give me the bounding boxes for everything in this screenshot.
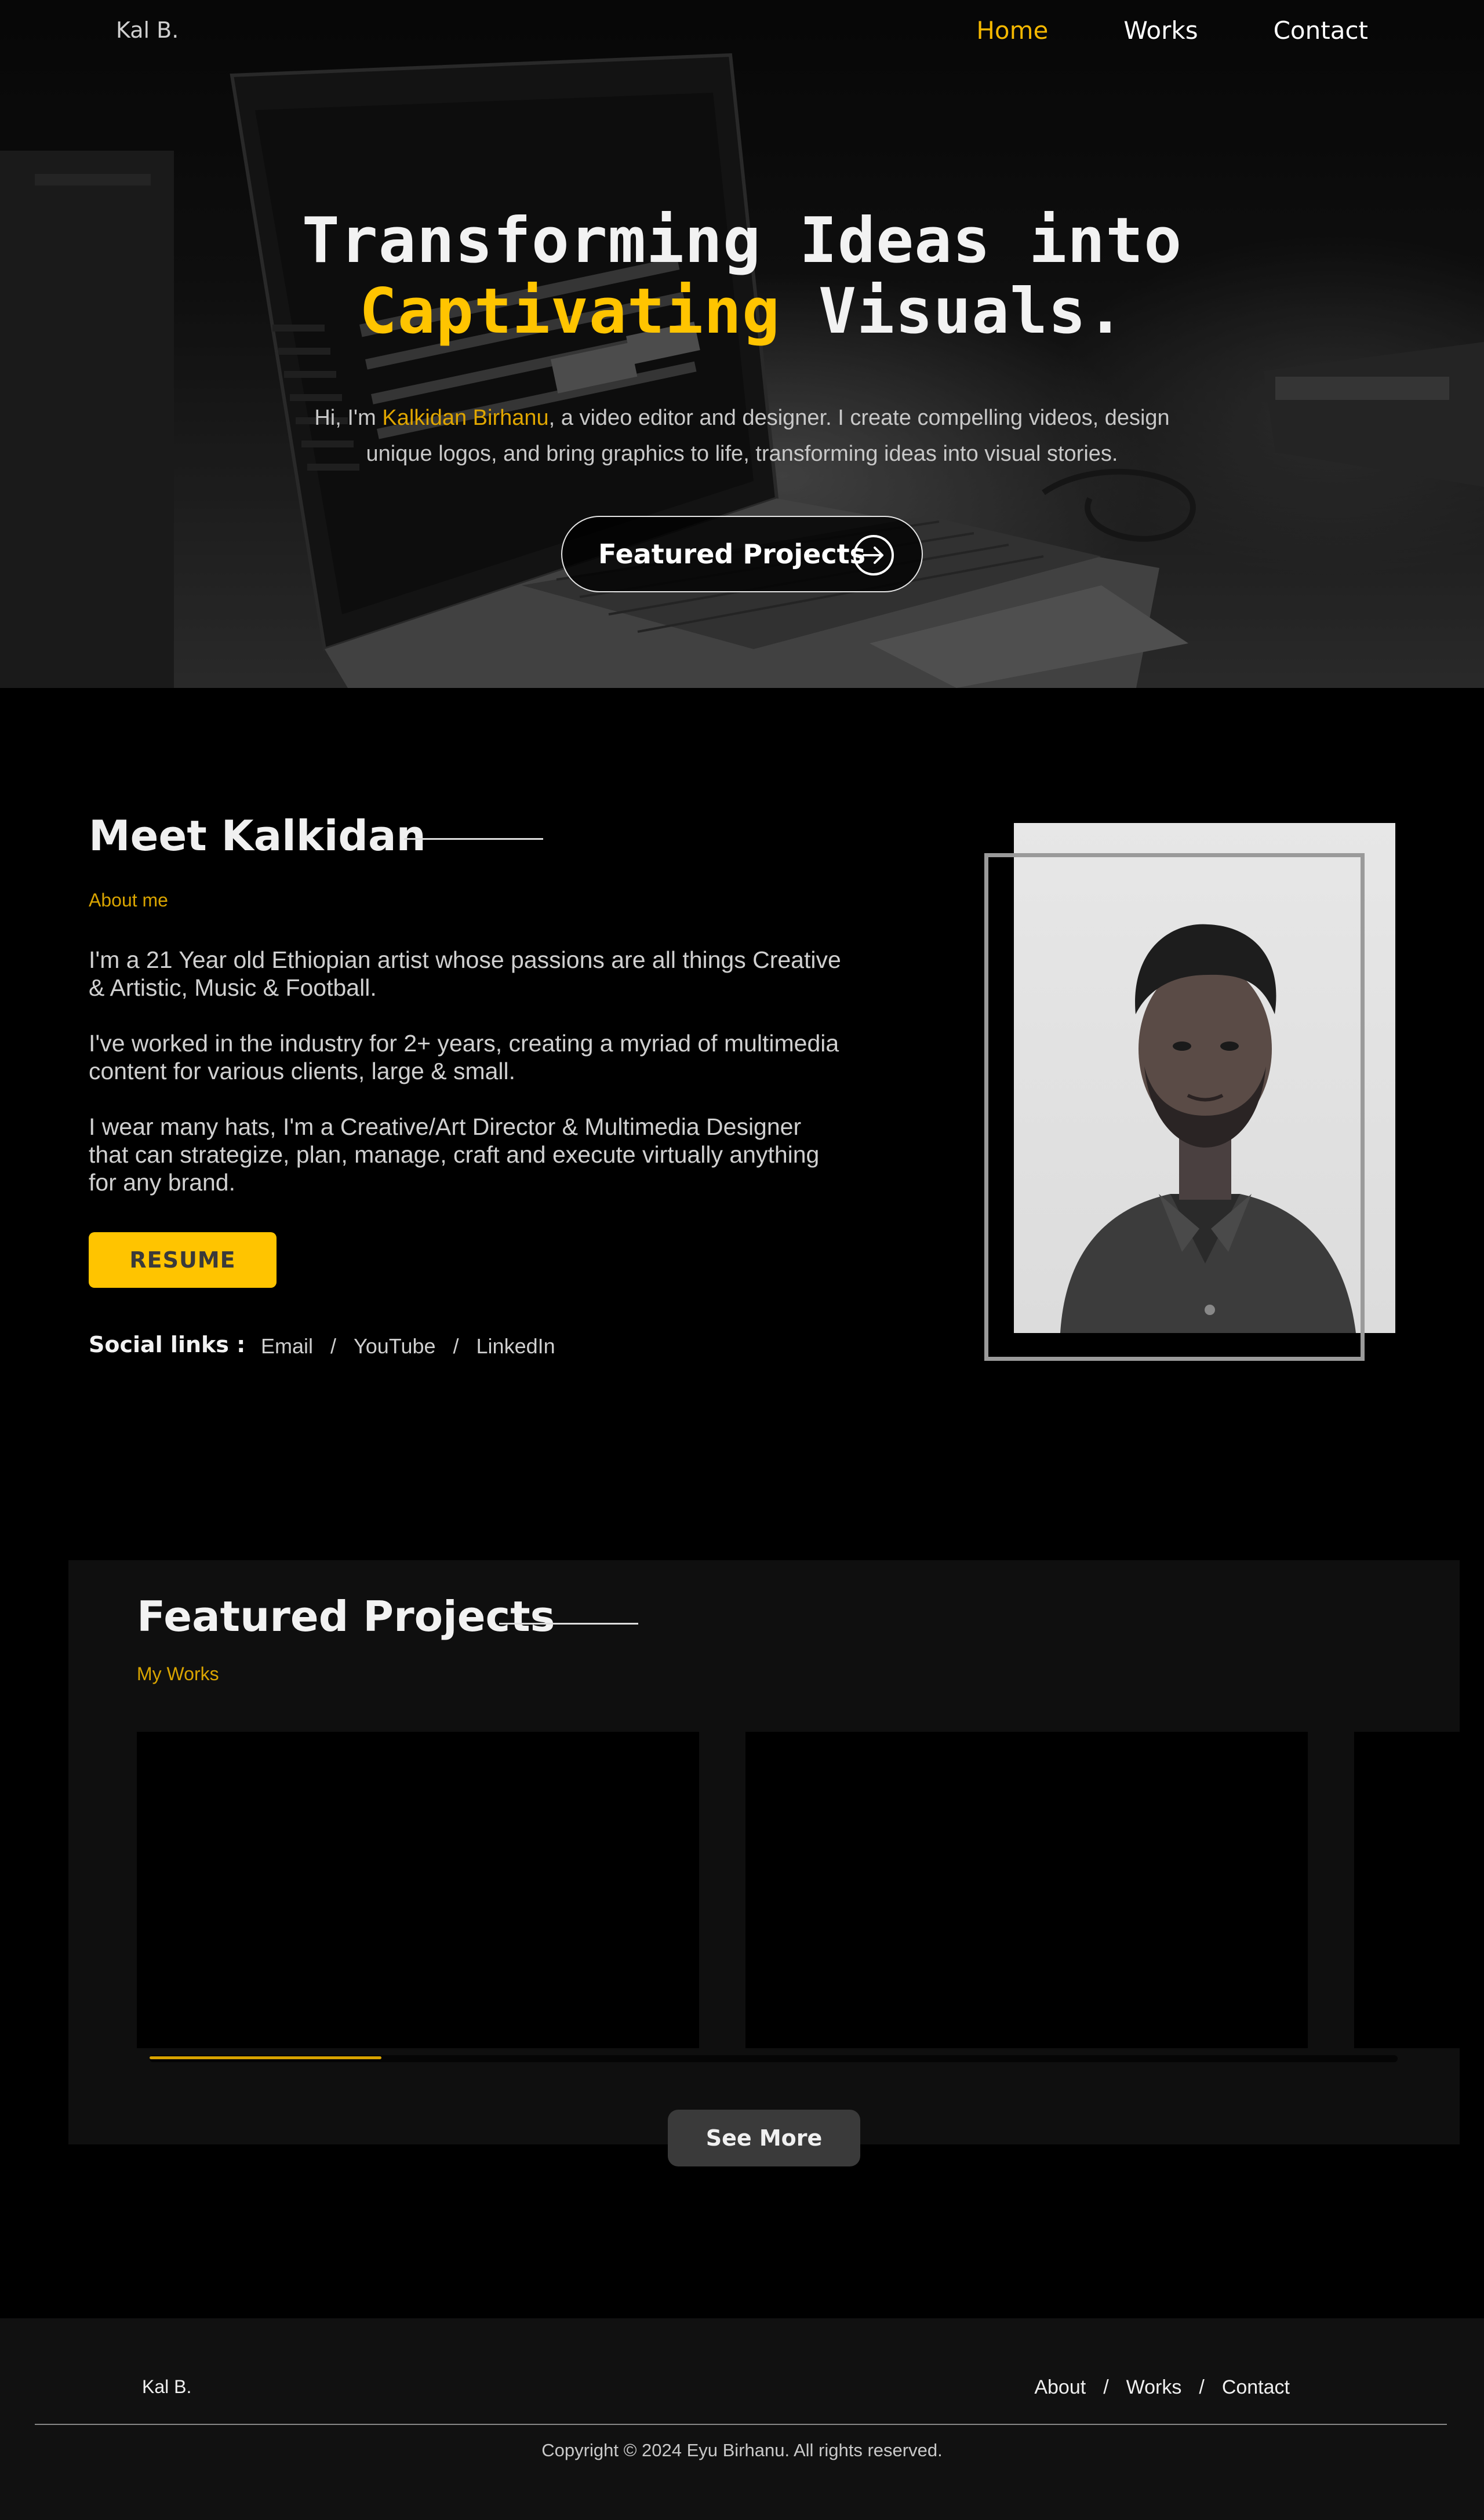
featured-projects-button[interactable]: Featured Projects	[561, 516, 923, 592]
featured-projects-section: Featured Projects My Works	[68, 1560, 1460, 2144]
footer-links: About / Works / Contact	[1034, 2376, 1290, 2399]
hero-sub-prefix: Hi, I'm	[314, 406, 383, 430]
footer-divider	[35, 2424, 1447, 2425]
footer-link-works[interactable]: Works	[1126, 2376, 1182, 2399]
social-separator: /	[330, 1334, 337, 1358]
carousel-scrollbar-thumb[interactable]	[150, 2056, 381, 2059]
footer-copyright: Copyright © 2024 Eyu Birhanu. All rights…	[541, 2440, 943, 2460]
project-card[interactable]	[137, 1732, 699, 2048]
hero-title: Transforming Ideas into Captivating Visu…	[0, 206, 1484, 347]
about-paragraph-2: I've worked in the industry for 2+ years…	[89, 1030, 839, 1084]
portrait-frame	[984, 853, 1365, 1361]
nav-link-works[interactable]: Works	[1123, 16, 1198, 45]
project-card[interactable]	[745, 1732, 1308, 2048]
hero-sub-name: Kalkidan Birhanu	[382, 406, 549, 430]
about-paragraph-1: I'm a 21 Year old Ethiopian artist whose…	[89, 946, 841, 1001]
featured-projects-button-label: Featured Projects	[598, 538, 865, 570]
social-link-email[interactable]: Email	[261, 1334, 313, 1359]
nav-link-home[interactable]: Home	[976, 16, 1048, 45]
top-nav: Kal B. Home Works Contact	[0, 0, 1484, 64]
footer-separator: /	[1199, 2376, 1205, 2398]
resume-button[interactable]: RESUME	[89, 1232, 277, 1288]
about-paragraph-3: I wear many hats, I'm a Creative/Art Dir…	[89, 1113, 820, 1196]
nav-brand[interactable]: Kal B.	[116, 17, 179, 43]
about-title-divider	[404, 838, 543, 840]
social-links: Email / YouTube / LinkedIn	[261, 1334, 555, 1359]
about-kicker: About me	[89, 890, 168, 911]
projects-title-divider	[499, 1623, 638, 1625]
nav-links: Home Works Contact	[901, 16, 1368, 45]
nav-link-contact[interactable]: Contact	[1274, 16, 1368, 45]
projects-kicker: My Works	[137, 1663, 219, 1684]
projects-title: Featured Projects	[137, 1592, 555, 1641]
footer: Kal B. About / Works / Contact Copyright…	[0, 2318, 1484, 2520]
footer-link-about[interactable]: About	[1034, 2376, 1086, 2399]
arrow-right-circle-icon	[853, 535, 894, 576]
footer-separator: /	[1103, 2376, 1109, 2398]
see-more-button[interactable]: See More	[668, 2110, 860, 2166]
social-separator: /	[453, 1334, 459, 1358]
hero-title-rest: Visuals.	[780, 275, 1125, 348]
hero-subtitle: Hi, I'm Kalkidan Birhanu, a video editor…	[290, 400, 1194, 472]
hero-title-accent: Captivating	[359, 275, 781, 348]
hero-title-line1: Transforming Ideas into	[301, 205, 1183, 277]
social-links-label: Social links :	[89, 1332, 246, 1357]
about-title: Meet Kalkidan	[89, 811, 426, 860]
hero-section: Kal B. Home Works Contact Transforming I…	[0, 0, 1484, 688]
social-link-youtube[interactable]: YouTube	[354, 1334, 435, 1359]
footer-link-contact[interactable]: Contact	[1222, 2376, 1290, 2399]
footer-brand[interactable]: Kal B.	[142, 2376, 191, 2398]
social-link-linkedin[interactable]: LinkedIn	[477, 1334, 555, 1359]
project-card[interactable]	[1354, 1732, 1460, 2048]
